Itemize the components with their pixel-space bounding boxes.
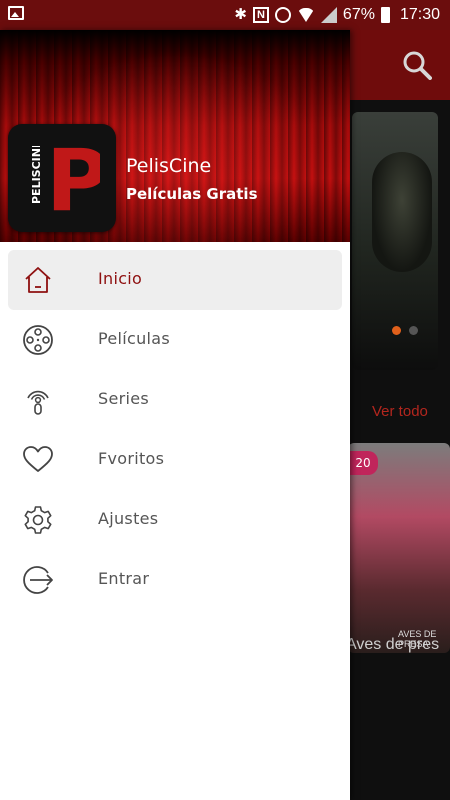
menu-item-label: Ajustes <box>98 509 159 528</box>
menu-item-label: Series <box>98 389 150 408</box>
carousel-dot-active <box>392 326 401 335</box>
clock: 17:30 <box>399 6 440 23</box>
battery-icon <box>380 7 390 23</box>
logo-vertical-text: PELISCINE <box>30 146 43 204</box>
menu-item-ajustes[interactable]: Ajustes <box>0 490 350 550</box>
carousel-dot <box>409 326 418 335</box>
see-all-link[interactable]: Ver todo <box>372 403 428 420</box>
menu-item-label: Películas <box>98 329 171 348</box>
menu-item-label: Fvoritos <box>98 449 165 468</box>
movie-poster[interactable]: 20 AVES DE PRESA <box>348 443 450 653</box>
gear-icon <box>24 506 52 534</box>
drawer-header: PELISCINE P PelisCine Películas Gratis <box>0 30 350 242</box>
login-icon <box>23 566 53 594</box>
podcast-icon <box>27 390 49 415</box>
film-reel-icon <box>23 325 53 355</box>
year-badge: 20 <box>348 451 378 475</box>
menu-item-label: Inicio <box>98 269 143 288</box>
search-icon[interactable] <box>402 50 432 80</box>
home-icon <box>25 267 51 293</box>
nfc-icon: N <box>252 7 269 23</box>
app-name: PelisCine <box>126 155 212 177</box>
logo-letter: P <box>46 138 100 218</box>
svg-text:P: P <box>46 138 100 218</box>
menu-item-series[interactable]: Series <box>0 370 350 430</box>
menu-item-entrar[interactable]: Entrar <box>0 550 350 610</box>
movie-title[interactable]: Aves de pres <box>346 636 439 654</box>
status-bar: ✱ N 67% 17:30 <box>0 0 450 30</box>
heart-icon <box>23 446 53 472</box>
image-icon <box>8 6 24 20</box>
carousel-indicator <box>392 326 418 335</box>
wifi-icon <box>296 8 315 22</box>
navigation-drawer: PELISCINE P PelisCine Películas Gratis I… <box>0 30 350 800</box>
drawer-menu: Inicio Películas Series Fvoritos Ajustes… <box>0 250 350 610</box>
menu-item-label: Entrar <box>98 569 150 588</box>
battery-percent: 67% <box>342 6 375 23</box>
status-bar-right: ✱ N 67% 17:30 <box>234 0 440 30</box>
app-subtitle: Películas Gratis <box>126 185 258 203</box>
menu-item-inicio[interactable]: Inicio <box>8 250 342 310</box>
app-logo: PELISCINE P <box>8 124 116 232</box>
alarm-icon <box>274 7 291 23</box>
svg-text:PELISCINE: PELISCINE <box>30 146 43 204</box>
menu-item-favoritos[interactable]: Fvoritos <box>0 430 350 490</box>
signal-icon <box>320 7 337 23</box>
menu-item-peliculas[interactable]: Películas <box>0 310 350 370</box>
bluetooth-icon: ✱ <box>234 6 247 23</box>
status-bar-left <box>8 6 24 20</box>
